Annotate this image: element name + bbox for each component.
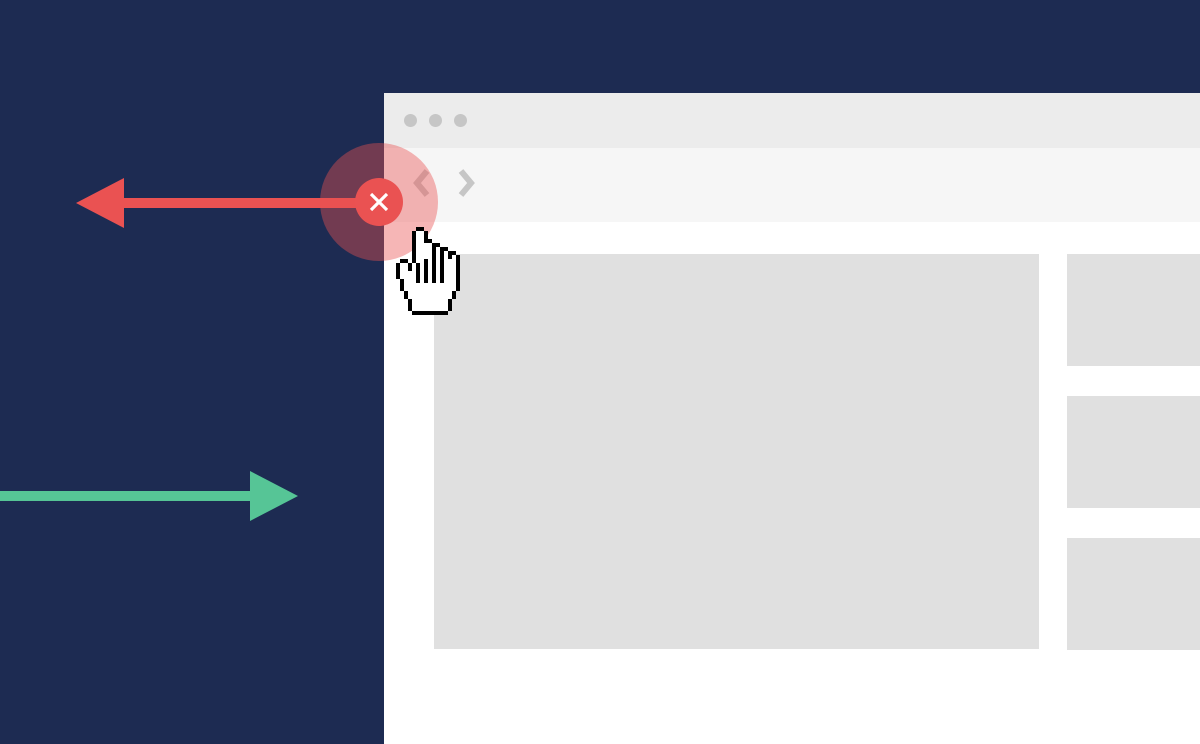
page-content [384,222,1200,650]
nav-toolbar [384,148,1200,222]
window-control-dot[interactable] [454,114,467,127]
close-button[interactable] [355,178,403,226]
window-control-dot[interactable] [429,114,442,127]
enter-arrow-right [0,461,310,531]
browser-window [384,93,1200,744]
content-placeholder-side [1067,396,1200,508]
sidebar-column [1067,254,1200,650]
title-bar [384,93,1200,148]
content-placeholder-side [1067,254,1200,366]
close-icon [367,190,391,214]
forward-button[interactable] [456,168,476,203]
content-placeholder-main [434,254,1039,649]
chevron-right-icon [456,168,476,198]
window-control-dot[interactable] [404,114,417,127]
hand-pointer-cursor-icon [388,227,468,328]
content-placeholder-side [1067,538,1200,650]
